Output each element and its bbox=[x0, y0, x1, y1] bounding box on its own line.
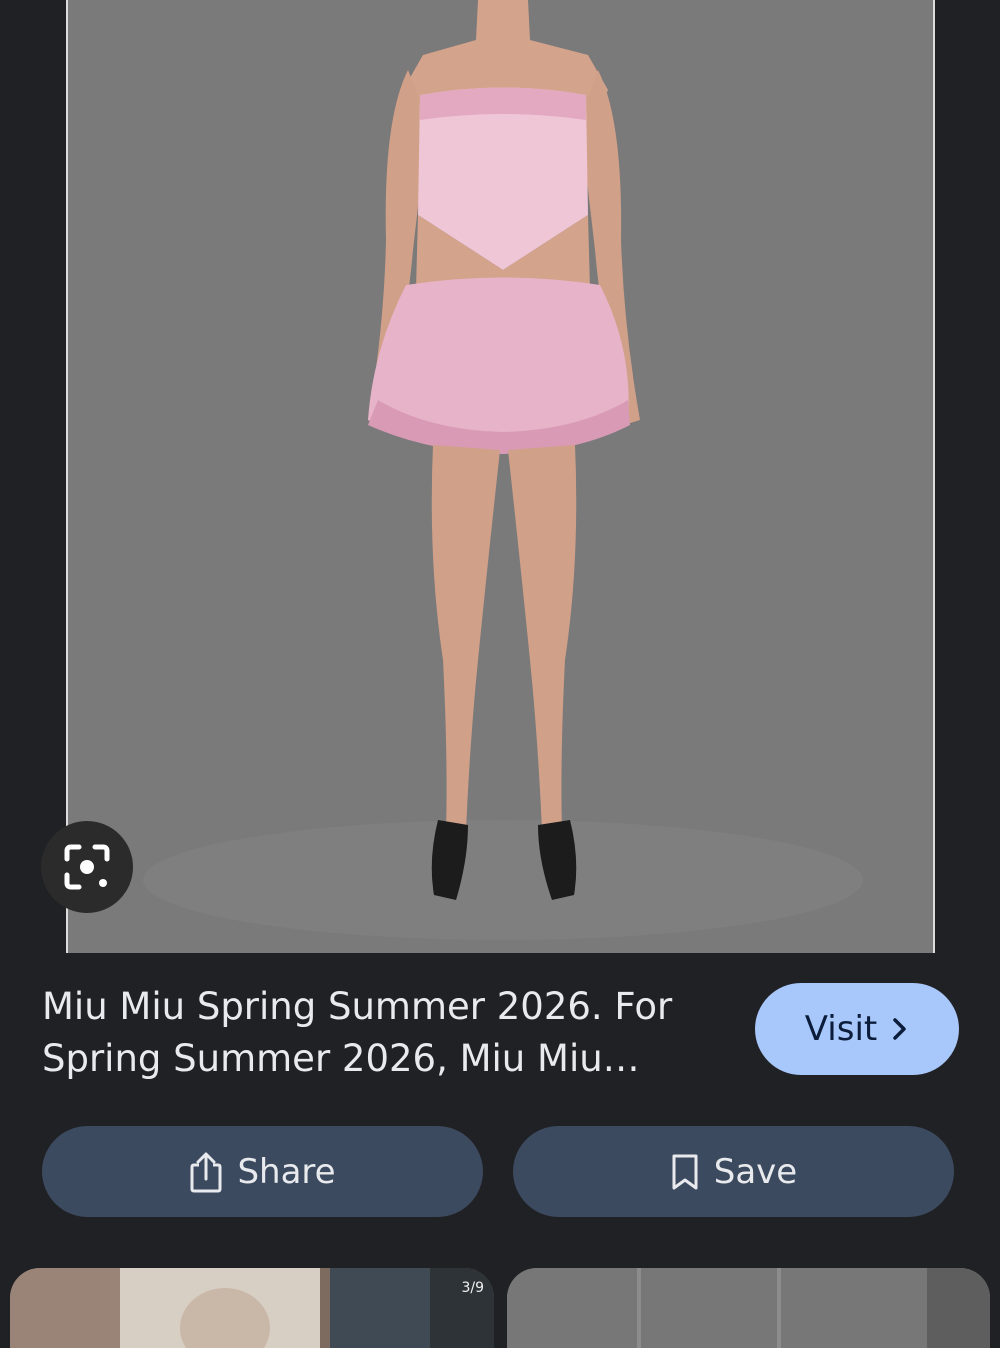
share-label: Share bbox=[237, 1151, 336, 1192]
result-title[interactable]: Miu Miu Spring Summer 2026. For Spring S… bbox=[42, 981, 732, 1085]
related-photo bbox=[507, 1268, 990, 1348]
save-label: Save bbox=[713, 1151, 798, 1192]
image-counter: 3/9 bbox=[461, 1280, 484, 1296]
bookmark-icon bbox=[672, 1154, 698, 1189]
save-button[interactable]: Save bbox=[513, 1126, 954, 1217]
related-result-thumbnail[interactable]: 3/9 bbox=[10, 1268, 494, 1348]
product-photo[interactable] bbox=[66, 0, 935, 953]
related-photo bbox=[10, 1268, 494, 1348]
result-caption: Miu Miu Spring Summer 2026. For Spring S… bbox=[0, 953, 1000, 1113]
google-lens-icon bbox=[64, 844, 110, 890]
related-result-thumbnail[interactable] bbox=[507, 1268, 990, 1348]
lens-button[interactable] bbox=[41, 821, 133, 913]
model-photo-illustration bbox=[68, 0, 933, 953]
share-icon bbox=[190, 1152, 222, 1192]
visit-label: Visit bbox=[804, 1009, 878, 1049]
visit-button[interactable]: Visit bbox=[755, 983, 959, 1075]
chevron-right-icon bbox=[893, 1018, 906, 1040]
hero-image-panel bbox=[0, 0, 1000, 953]
share-button[interactable]: Share bbox=[42, 1126, 483, 1217]
